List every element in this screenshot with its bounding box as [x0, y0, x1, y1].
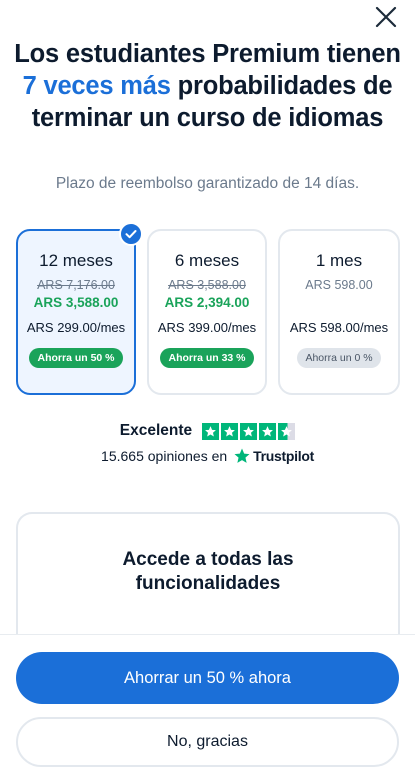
close-button[interactable] — [371, 2, 401, 32]
star-icon — [240, 422, 258, 440]
plan-new-price: ARS 2,394.00 — [164, 295, 250, 310]
plan-savings-badge: Ahorra un 33 % — [160, 348, 254, 368]
half-star-icon — [278, 422, 296, 440]
plan-card-6-months[interactable]: 6 meses ARS 3,588.00 ARS 2,394.00 ARS 39… — [147, 229, 267, 395]
refund-subtitle: Plazo de reembolso garantizado de 14 día… — [55, 175, 360, 192]
headline-accent: 7 veces más — [22, 72, 171, 100]
bottom-action-bar: Ahorrar un 50 % ahora No, gracias — [0, 634, 415, 768]
page-title: Los estudiantes Premium tienen 7 veces m… — [10, 38, 405, 134]
trustpilot-logo: Trustpilot — [233, 447, 314, 465]
star-icon — [202, 422, 220, 440]
plan-duration: 6 meses — [174, 251, 240, 270]
plan-duration: 1 mes — [315, 251, 363, 270]
rating-stars — [202, 422, 296, 440]
features-title: Accede a todas las funcionalidades — [122, 549, 294, 594]
selected-check-icon — [119, 222, 143, 246]
plan-card-1-month[interactable]: 1 mes ARS 598.00 ARS 598.00/mes Ahorra u… — [278, 229, 400, 395]
close-icon — [375, 6, 397, 28]
plan-monthly-price: ARS 399.00/mes — [157, 320, 257, 335]
save-now-button[interactable]: Ahorrar un 50 % ahora — [16, 652, 399, 704]
trustpilot-rating: Excelente 15.665 opiniones en Trustpilot — [0, 422, 415, 465]
plan-monthly-price: ARS 299.00/mes — [26, 320, 126, 335]
plan-new-price: ARS 3,588.00 — [33, 295, 119, 310]
plan-old-price: ARS 7,176.00 — [37, 278, 115, 292]
plan-new-price — [280, 295, 398, 312]
star-icon — [221, 422, 239, 440]
trustpilot-star-icon — [234, 448, 250, 463]
plan-old-price: ARS 3,588.00 — [168, 278, 246, 292]
no-thanks-button[interactable]: No, gracias — [16, 717, 399, 767]
headline-part-1: Los estudiantes Premium tienen — [14, 40, 401, 68]
star-icon — [259, 422, 277, 440]
rating-label: Excelente — [119, 422, 193, 439]
plan-savings-badge: Ahorra un 0 % — [297, 348, 381, 368]
plan-duration: 12 meses — [39, 251, 113, 270]
plan-card-12-months[interactable]: 12 meses ARS 7,176.00 ARS 3,588.00 ARS 2… — [16, 222, 143, 395]
trustpilot-brand: Trustpilot — [253, 448, 314, 464]
review-count: 15.665 opiniones en — [101, 448, 228, 464]
plan-selector: 12 meses ARS 7,176.00 ARS 3,588.00 ARS 2… — [16, 222, 400, 396]
plan-savings-badge: Ahorra un 50 % — [29, 348, 123, 368]
plan-old-price: ARS 598.00 — [305, 278, 373, 292]
plan-monthly-price: ARS 598.00/mes — [289, 320, 389, 335]
features-card: Accede a todas las funcionalidades — [16, 512, 400, 652]
